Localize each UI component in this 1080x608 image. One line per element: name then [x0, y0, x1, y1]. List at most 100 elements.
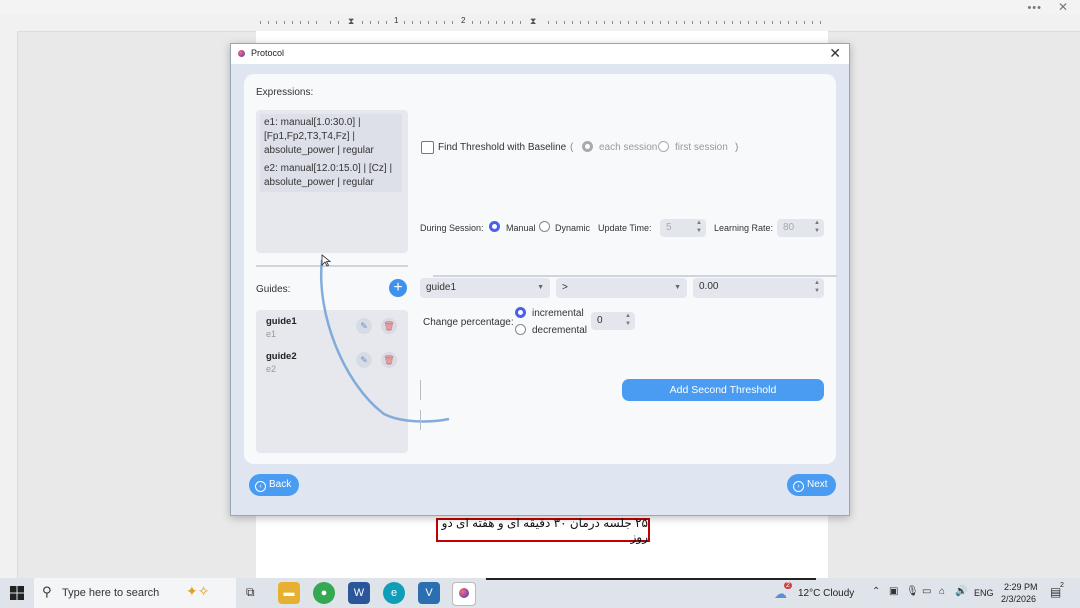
windows-start-icon[interactable]	[10, 586, 24, 600]
text-cursor-line	[420, 380, 421, 400]
each-session-radio[interactable]	[582, 141, 593, 152]
file-explorer-icon[interactable]: ▬	[278, 582, 300, 604]
language-indicator[interactable]: ENG	[974, 588, 994, 598]
settings-divider	[433, 275, 837, 277]
clock-date[interactable]: 2/3/2026	[1001, 594, 1036, 604]
back-label: Back	[269, 479, 292, 490]
active-window-indicator	[486, 578, 816, 580]
weather-text[interactable]: 12°C Cloudy	[798, 588, 854, 599]
find-threshold-label: Find Threshold with Baseline	[438, 142, 567, 153]
right-indent-marker-icon[interactable]: ⧗	[530, 16, 536, 27]
guide-item-expr: e2	[266, 364, 277, 374]
update-time-label: Update Time:	[598, 223, 652, 233]
expressions-list[interactable]: e1: manual[1.0:30.0] | [Fp1,Fp2,T3,T4,Fz…	[256, 110, 408, 253]
spin-down-icon[interactable]: ▼	[696, 228, 702, 234]
find-threshold-checkbox[interactable]	[421, 141, 434, 154]
next-button[interactable]: › Next	[787, 474, 836, 496]
protocol-app-icon[interactable]	[452, 582, 476, 606]
dynamic-radio[interactable]	[539, 221, 550, 232]
decremental-label: decremental	[532, 325, 588, 336]
spin-down-icon[interactable]: ▼	[625, 321, 631, 327]
search-placeholder: Type here to search	[62, 587, 160, 599]
paren-open: (	[570, 142, 574, 153]
operator-select[interactable]: > ▼	[556, 278, 687, 298]
drag-line-artifact	[319, 259, 450, 423]
learning-rate-label: Learning Rate:	[714, 223, 774, 233]
decremental-radio[interactable]	[515, 324, 526, 335]
dialog-close-button[interactable]: ✕	[829, 45, 841, 62]
taskbar-search-input[interactable]: ⚲ Type here to search ✦✧	[34, 578, 236, 608]
change-percentage-stepper[interactable]: 0 ▲ ▼	[591, 312, 635, 330]
guide-item-name[interactable]: guide2	[266, 351, 297, 362]
volume-icon[interactable]: 🔊	[955, 586, 967, 597]
network-icon[interactable]: ⌂	[939, 586, 945, 597]
indent-marker-icon[interactable]: ⧗	[348, 16, 354, 27]
spin-up-icon[interactable]: ▲	[696, 220, 702, 226]
guides-label: Guides:	[256, 284, 291, 295]
learning-rate-value: 80	[783, 222, 795, 233]
ruler-number-2: 2	[461, 16, 466, 25]
manual-radio[interactable]	[489, 221, 500, 232]
chevron-down-icon: ▼	[674, 284, 681, 291]
vpn-app-icon[interactable]: V	[418, 582, 440, 604]
first-session-label: first session	[675, 142, 728, 153]
threshold-value: 0.00	[699, 281, 719, 292]
protocol-panel: Expressions: e1: manual[1.0:30.0] | [Fp1…	[244, 74, 837, 464]
task-view-icon[interactable]: ⧉	[246, 585, 255, 600]
update-time-value: 5	[666, 222, 672, 233]
operator-select-value: >	[562, 282, 568, 293]
back-button[interactable]: ‹ Back	[249, 474, 300, 496]
camera-icon[interactable]: ▣	[889, 586, 898, 597]
text-cursor-line	[420, 410, 421, 430]
incremental-radio[interactable]	[515, 307, 526, 318]
weather-badge: 2	[784, 582, 792, 589]
incremental-label: incremental	[532, 308, 584, 319]
guide-item-expr: e1	[266, 329, 277, 339]
search-icon: ⚲	[42, 584, 52, 599]
sparkle-icon: ✦✧	[186, 583, 210, 599]
spin-up-icon[interactable]: ▲	[814, 280, 820, 286]
next-arrow-icon: ›	[793, 481, 804, 492]
clock-time[interactable]: 2:29 PM	[1004, 582, 1038, 592]
microphone-icon[interactable]: 🎙	[906, 586, 919, 597]
add-second-threshold-button[interactable]: Add Second Threshold	[622, 379, 824, 401]
protocol-dialog: Protocol ✕ Expressions: e1: manual[1.0:3…	[230, 43, 850, 516]
guide-item-name[interactable]: guide1	[266, 316, 297, 327]
spin-down-icon[interactable]: ▼	[814, 288, 820, 294]
edge-icon[interactable]: e	[383, 582, 405, 604]
change-percentage-value: 0	[597, 315, 603, 326]
first-session-radio[interactable]	[658, 141, 669, 152]
back-arrow-icon: ‹	[255, 481, 266, 492]
expression-item-e2[interactable]: e2: manual[12.0:15.0] | [Cz] | absolute_…	[260, 160, 402, 192]
dialog-titlebar[interactable]: Protocol ✕	[231, 44, 849, 64]
dynamic-label: Dynamic	[555, 223, 591, 233]
window-close-icon[interactable]: ✕	[1058, 0, 1068, 14]
chevron-down-icon: ▼	[537, 284, 544, 291]
expressions-label: Expressions:	[256, 87, 314, 98]
ruler-number-1: 1	[394, 16, 399, 25]
paren-close: )	[735, 142, 739, 153]
tray-chevron-icon[interactable]: ⌃	[872, 586, 880, 597]
during-session-label: During Session:	[420, 223, 484, 233]
threshold-value-stepper[interactable]: 0.00 ▲ ▼	[693, 278, 824, 298]
spin-up-icon[interactable]: ▲	[625, 313, 631, 319]
learning-rate-stepper[interactable]: 80 ▲ ▼	[777, 219, 824, 237]
window-top-bar: ••• ✕	[0, 0, 1080, 14]
manual-label: Manual	[506, 223, 536, 233]
dialog-title: Protocol	[251, 48, 285, 58]
word-icon[interactable]: W	[348, 582, 370, 604]
spin-down-icon[interactable]: ▼	[814, 228, 820, 234]
update-time-stepper[interactable]: 5 ▲ ▼	[660, 219, 706, 237]
spin-up-icon[interactable]: ▲	[814, 220, 820, 226]
app-logo-icon	[238, 50, 245, 57]
battery-icon[interactable]: ▭	[922, 586, 931, 597]
more-options-icon[interactable]: •••	[1027, 2, 1042, 14]
vertical-ruler	[0, 31, 18, 578]
highlighted-text-box: ۲۵ جلسه درمان ۳۰ دقیقه ای و هفته ای دو ر…	[436, 516, 650, 544]
chrome-icon[interactable]: ●	[313, 582, 335, 604]
each-session-label: each session	[599, 142, 658, 153]
expression-item-e1[interactable]: e1: manual[1.0:30.0] | [Fp1,Fp2,T3,T4,Fz…	[260, 114, 402, 160]
horizontal-ruler: 1 2 ⧗ ⧗	[0, 14, 1080, 32]
mouse-cursor-icon	[321, 254, 331, 267]
taskbar: ⚲ Type here to search ✦✧ ⧉ ▬ ● W e V ☁ 2…	[0, 578, 1080, 608]
